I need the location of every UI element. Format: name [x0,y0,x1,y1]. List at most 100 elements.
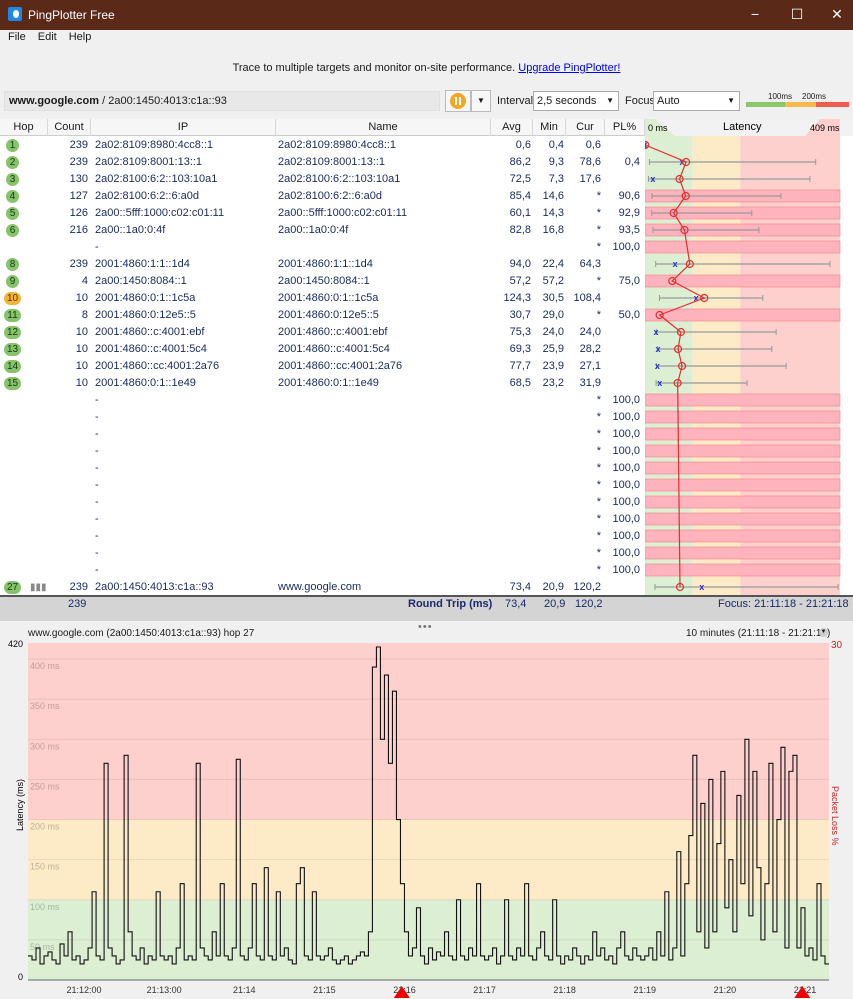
y-tick-label: 200 ms [30,822,60,832]
hop-row[interactable]: - * 100,0 [0,426,645,443]
col-pl[interactable]: PL% [605,119,645,136]
cell-pl: 100,0 [612,496,640,508]
hop-row[interactable]: 10 10 2001:4860:0:1::1c5a 2001:4860:0:1::1c… [0,290,645,307]
cell-min: 23,2 [542,377,564,389]
hop-row[interactable]: - * 100,0 [0,562,645,579]
hop-row[interactable]: - * 100,0 [0,239,645,256]
interval-select[interactable]: 2,5 seconds [533,91,619,111]
cell-cur: * [596,547,601,559]
cell-min: 20,9 [542,581,564,593]
hop-row[interactable]: - * 100,0 [0,443,645,460]
cell-avg: 57,2 [509,275,531,287]
col-cur[interactable]: Cur [566,119,605,136]
target-display[interactable]: www.google.com / 2a00:1450:4013:c1a::93 [4,91,440,111]
hop-badge: 14 [4,360,21,373]
hop-row[interactable]: 15 10 2001:4860:0:1::1e49 2001:4860:0:1::1e… [0,375,645,392]
hop-row[interactable]: 1 239 2a02:8109:8980:4cc8::1 2a02:8109:8980… [0,137,645,154]
cell-ip: 2001:4860::c:4001:5c4 [95,343,207,355]
hop-row[interactable]: 5 126 2a00::5fff:1000:c02:c01:11 2a00::5fff… [0,205,645,222]
hop-row[interactable]: - * 100,0 [0,545,645,562]
cell-avg: 68,5 [509,377,531,389]
cell-name: 2001:4860:0:12e5::5 [278,309,379,321]
hop-row[interactable]: - * 100,0 [0,494,645,511]
x-tick-label: 21:14 [233,985,256,995]
col-min[interactable]: Min [533,119,566,136]
cell-avg: 124,3 [503,292,531,304]
cell-avg: 94,0 [509,258,531,270]
cell-name: 2a02:8100:6:2::6:a0d [278,190,382,202]
hop-row[interactable]: 9 4 2a00:1450:8084::1 2a00:1450:8084::1 57,2… [0,273,645,290]
hop-row[interactable]: 27 ▮▮▮ 239 2a00:1450:4013:c1a::93 www.google… [0,579,645,596]
hop-badge: 2 [6,156,19,169]
minimize-button[interactable]: − [740,5,770,25]
summary-cur: 120,2 [575,598,603,610]
cell-min: 23,9 [542,360,564,372]
hop-row[interactable]: 11 8 2001:4860:0:12e5::5 2001:4860:0:12e5::… [0,307,645,324]
packet-loss-band [645,427,841,441]
hop-badge: 11 [4,309,21,322]
hop-row[interactable]: 3 130 2a02:8100:6:2::103:10a1 2a02:8100:6:2… [0,171,645,188]
y-tick-label: 100 ms [30,902,60,912]
hop-row[interactable]: 14 10 2001:4860::cc:4001:2a76 2001:4860::cc… [0,358,645,375]
col-hop[interactable]: Hop [0,119,48,136]
pause-button[interactable] [445,90,471,112]
cell-cur: * [596,275,601,287]
y-axis-label: Latency (ms) [15,779,25,831]
cell-ip: 2001:4860:0:12e5::5 [95,309,196,321]
summary-count: 239 [68,598,87,610]
hop-row[interactable]: 2 239 2a02:8109:8001:13::1 2a02:8109:8001:1… [0,154,645,171]
packet-loss-band [645,495,841,509]
cell-pl: 100,0 [612,479,640,491]
hop-row[interactable]: - * 100,0 [0,392,645,409]
col-avg[interactable]: Avg [491,119,533,136]
cell-pl: 50,0 [618,309,640,321]
cell-min: 25,9 [542,343,564,355]
cell-count: 126 [69,207,88,219]
hop-row[interactable]: - * 100,0 [0,409,645,426]
menu-edit[interactable]: Edit [38,30,57,44]
cell-count: 10 [75,377,88,389]
col-name[interactable]: Name [276,119,491,136]
window-title: PingPlotter Free [28,8,115,22]
packet-loss-band [645,410,841,424]
x-tick-label: 21:20 [714,985,737,995]
maximize-button[interactable]: ☐ [782,5,812,25]
target-host: www.google.com [9,95,100,107]
upgrade-link[interactable]: Upgrade PingPlotter! [518,62,620,74]
hop-row[interactable]: 8 239 2001:4860:1:1::1d4 2001:4860:1:1::1d4… [0,256,645,273]
cell-ip: 2a00:1450:8084::1 [95,275,187,287]
menu-help[interactable]: Help [69,30,92,44]
pause-dropdown-button[interactable]: ▼ [471,90,491,112]
x-tick-label: 21:18 [553,985,576,995]
hop-row[interactable]: 12 10 2001:4860::c:4001:ebf 2001:4860::c:40… [0,324,645,341]
hop-row[interactable]: 4 127 2a02:8100:6:2::6:a0d 2a02:8100:6:2::6… [0,188,645,205]
cell-cur: 31,9 [579,377,601,389]
cell-cur: * [596,394,601,406]
latency-graph: 0 msLatency409 msxxxxxxxxxx [645,119,853,595]
current-latency-mark: x [653,327,658,337]
cell-name: 2001:4860:0:1::1c5a [278,292,379,304]
cell-cur: 0,6 [585,139,601,151]
cell-name: 2a02:8109:8001:13::1 [278,156,386,168]
cell-ip: - [95,411,99,423]
close-button[interactable]: ✕ [822,5,852,25]
hop-row[interactable]: 13 10 2001:4860::c:4001:5c4 2001:4860::c:40… [0,341,645,358]
hop-row[interactable]: - * 100,0 [0,511,645,528]
col-ip[interactable]: IP [91,119,276,136]
hop-row[interactable]: 6 216 2a00::1a0:0:4f 2a00::1a0:0:4f 82,8 16,8… [0,222,645,239]
app-logo-icon [8,7,22,21]
hop-row[interactable]: - * 100,0 [0,528,645,545]
col-count[interactable]: Count [48,119,91,136]
cell-min: 7,3 [548,173,564,185]
cell-cur: 78,6 [579,156,601,168]
bar-chart-icon[interactable]: ▮▮▮ [30,579,47,596]
cell-count: 130 [69,173,88,185]
current-latency-mark: x [655,361,660,371]
upgrade-banner: Trace to multiple targets and monitor on… [0,62,853,74]
cell-ip: - [95,564,99,576]
menu-file[interactable]: File [8,30,26,44]
hop-row[interactable]: - * 100,0 [0,460,645,477]
hop-row[interactable]: - * 100,0 [0,477,645,494]
focus-select[interactable]: Auto [653,91,740,111]
hop-badge: 1 [6,139,19,152]
